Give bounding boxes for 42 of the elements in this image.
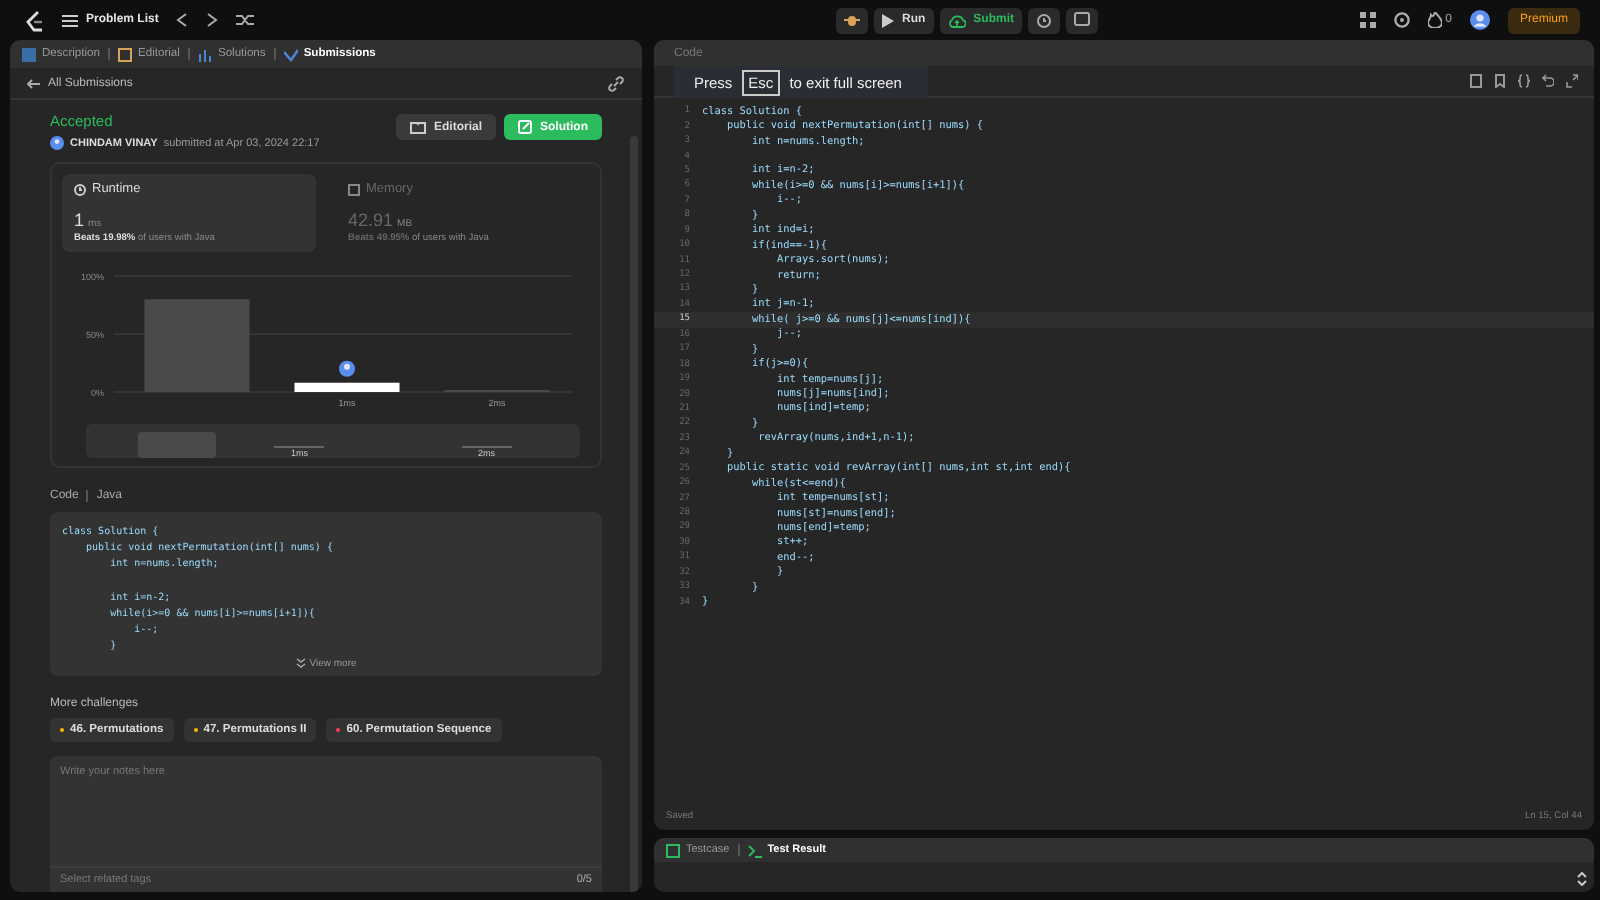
- avatar-icon: [50, 136, 64, 150]
- range-handle[interactable]: [138, 432, 216, 458]
- arrow-left-icon: [26, 78, 40, 90]
- expand-icon[interactable]: [1566, 74, 1578, 88]
- chevron-left-icon[interactable]: [176, 12, 189, 28]
- logo-icon: [24, 9, 44, 31]
- timer-button[interactable]: [1028, 7, 1060, 33]
- expand-icon[interactable]: [1576, 872, 1588, 886]
- chart-bar[interactable]: [294, 382, 400, 392]
- book-icon: [409, 121, 426, 133]
- list-icon: [62, 13, 78, 27]
- flame-icon: [1427, 12, 1442, 28]
- bug-icon: [843, 12, 860, 28]
- chevrons-down-icon: [295, 658, 306, 668]
- document-icon: [22, 47, 36, 61]
- document-icon[interactable]: [1470, 74, 1482, 88]
- chevron-right-icon[interactable]: [206, 12, 219, 28]
- avatar-icon[interactable]: [1469, 10, 1490, 30]
- edit-icon: [518, 120, 532, 134]
- cloud-upload-icon: [947, 13, 966, 27]
- play-icon: [881, 13, 894, 27]
- undo-icon[interactable]: [1542, 74, 1554, 88]
- chip-icon: [348, 183, 360, 195]
- book-icon: [118, 47, 132, 61]
- clock-icon: [74, 183, 86, 195]
- notes-button[interactable]: [1066, 7, 1098, 33]
- debug-button[interactable]: [835, 7, 868, 33]
- terminal-icon: [747, 843, 762, 857]
- grid-icon[interactable]: [1359, 12, 1376, 28]
- avatar-icon: [339, 360, 355, 377]
- stat-value: 42.91: [348, 210, 394, 230]
- shuffle-icon[interactable]: [236, 12, 255, 28]
- settings-icon[interactable]: [1393, 12, 1410, 28]
- bookmark-icon[interactable]: [1494, 74, 1506, 88]
- bars-icon: [197, 47, 212, 61]
- alarm-clock-icon: [1036, 12, 1052, 28]
- stat-value: 1: [74, 210, 85, 230]
- checkbox-icon: [666, 843, 680, 857]
- note-icon: [1074, 12, 1090, 28]
- link-icon[interactable]: [608, 76, 624, 92]
- check-icon: [283, 47, 298, 61]
- braces-icon[interactable]: [1518, 74, 1530, 88]
